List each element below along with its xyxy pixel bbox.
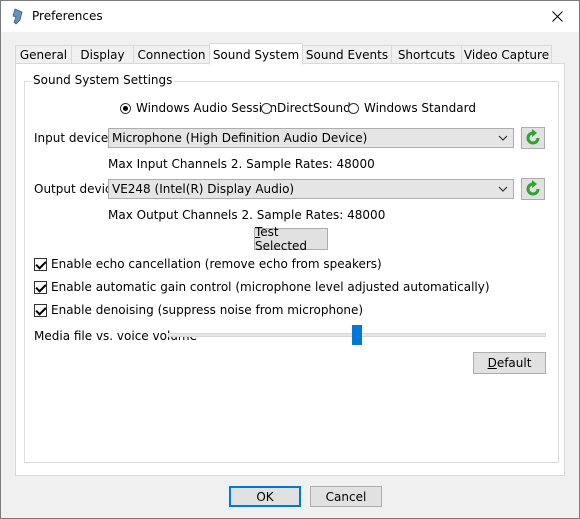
app-icon xyxy=(12,8,23,25)
radio-windows-standard[interactable]: Windows Standard xyxy=(348,101,476,115)
test-selected-label: Test Selected xyxy=(255,225,308,253)
tab-sound-system[interactable]: Sound System xyxy=(209,43,303,65)
radio-indicator xyxy=(120,102,131,114)
chevron-down-icon xyxy=(498,135,508,141)
close-button[interactable] xyxy=(535,1,579,32)
tab-display[interactable]: Display xyxy=(71,45,134,64)
checkbox-label: Enable echo cancellation (remove echo fr… xyxy=(51,257,382,271)
refresh-icon xyxy=(526,129,540,145)
sound-system-settings-group: Sound System Settings Windows Audio Sess… xyxy=(24,73,559,463)
tab-general[interactable]: General xyxy=(15,45,72,64)
radio-label: Windows Standard xyxy=(364,101,476,115)
output-device-label: Output device xyxy=(34,182,119,196)
echo-cancellation-checkbox[interactable]: Enable echo cancellation (remove echo fr… xyxy=(34,257,382,271)
radio-indicator xyxy=(348,102,359,114)
checkbox-label: Enable automatic gain control (microphon… xyxy=(51,280,490,294)
auto-gain-control-checkbox[interactable]: Enable automatic gain control (microphon… xyxy=(34,280,490,294)
radio-label: Windows Audio Session xyxy=(136,101,278,115)
radio-windows-audio-session[interactable]: Windows Audio Session xyxy=(120,101,277,115)
refresh-icon xyxy=(526,180,540,196)
output-device-value: VE248 (Intel(R) Display Audio) xyxy=(112,182,295,196)
slider-thumb[interactable] xyxy=(352,325,362,345)
tab-video-capture[interactable]: Video Capture xyxy=(461,45,552,64)
cancel-button[interactable]: Cancel xyxy=(310,486,382,507)
test-selected-button[interactable]: Test Selected xyxy=(254,225,328,253)
ok-button[interactable]: OK xyxy=(229,486,301,507)
tab-shortcuts[interactable]: Shortcuts xyxy=(391,45,462,64)
denoising-checkbox[interactable]: Enable denoising (suppress noise from mi… xyxy=(34,303,363,317)
default-button[interactable]: Default xyxy=(473,352,546,374)
radio-directsound[interactable]: DirectSound xyxy=(261,101,351,115)
title-bar: Preferences xyxy=(1,1,579,32)
checkbox-indicator xyxy=(34,303,47,317)
radio-label: DirectSound xyxy=(277,101,351,115)
input-device-label: Input device xyxy=(34,131,109,145)
tab-connection[interactable]: Connection xyxy=(133,45,210,64)
chevron-down-icon xyxy=(498,186,508,192)
volume-slider[interactable] xyxy=(168,323,546,347)
output-device-info: Max Output Channels 2. Sample Rates: 480… xyxy=(108,208,386,222)
default-label: Default xyxy=(487,356,532,370)
close-icon xyxy=(551,11,563,22)
group-title: Sound System Settings xyxy=(31,73,175,87)
checkbox-indicator xyxy=(34,280,47,294)
radio-indicator xyxy=(261,102,272,114)
window-title: Preferences xyxy=(32,9,103,23)
preferences-window: Preferences General Display Connection S… xyxy=(0,0,580,519)
input-device-select[interactable]: Microphone (High Definition Audio Device… xyxy=(108,128,514,148)
checkbox-indicator xyxy=(34,257,47,271)
sound-system-panel: Sound System Settings Windows Audio Sess… xyxy=(15,63,565,476)
tab-sound-events[interactable]: Sound Events xyxy=(302,45,392,64)
checkbox-label: Enable denoising (suppress noise from mi… xyxy=(51,303,364,317)
refresh-input-button[interactable] xyxy=(521,127,545,149)
output-device-select[interactable]: VE248 (Intel(R) Display Audio) xyxy=(108,179,514,199)
input-device-value: Microphone (High Definition Audio Device… xyxy=(112,131,368,145)
input-device-info: Max Input Channels 2. Sample Rates: 4800… xyxy=(108,157,375,171)
refresh-output-button[interactable] xyxy=(521,178,545,200)
